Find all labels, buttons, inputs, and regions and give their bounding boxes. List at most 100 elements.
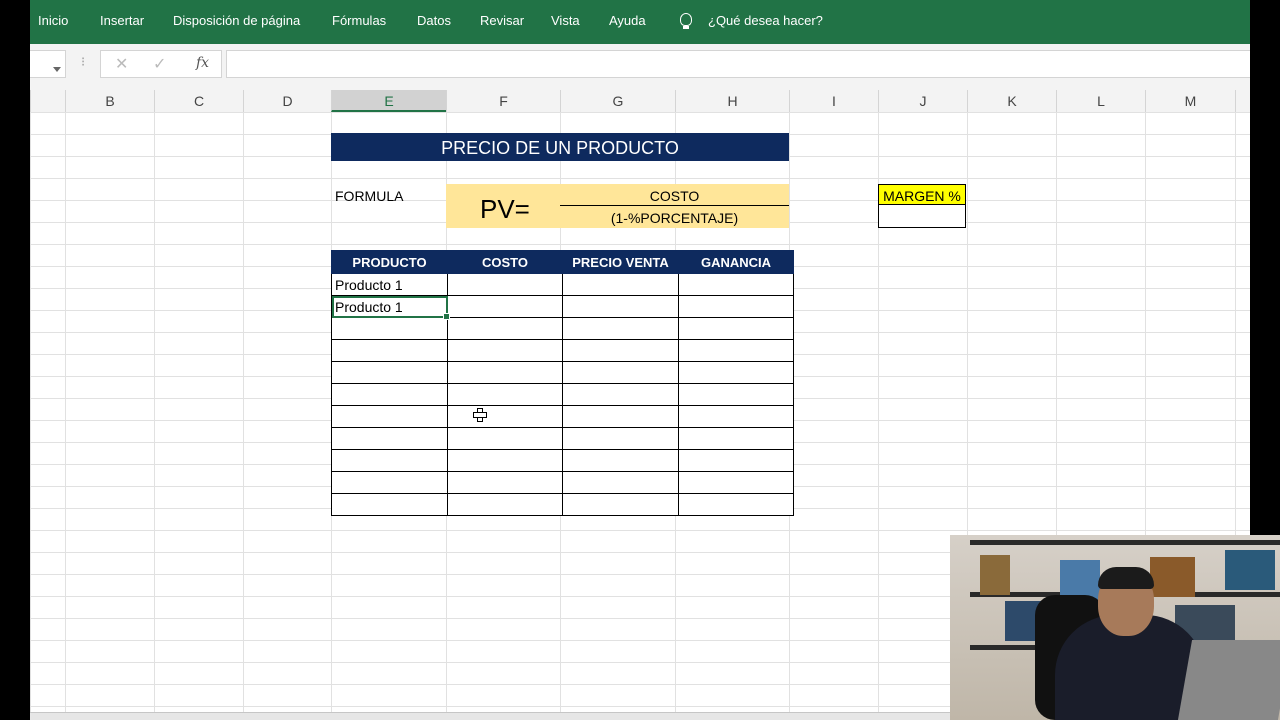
tab-formulas[interactable]: Fórmulas (332, 13, 386, 28)
fraction-line (560, 205, 789, 206)
column-header-b[interactable]: B (65, 90, 154, 112)
table-cell[interactable] (562, 427, 679, 450)
table-cell[interactable] (562, 273, 679, 296)
column-header-f[interactable]: F (446, 90, 560, 112)
column-header-k[interactable]: K (967, 90, 1056, 112)
tab-ayuda[interactable]: Ayuda (609, 13, 646, 28)
sheet-title[interactable]: PRECIO DE UN PRODUCTO (331, 133, 789, 161)
table-cell[interactable] (562, 383, 679, 406)
name-box[interactable] (30, 50, 66, 78)
insert-function-icon[interactable]: fx (196, 55, 209, 71)
table-cell[interactable] (678, 427, 794, 450)
table-cell[interactable] (562, 405, 679, 428)
table-cell[interactable] (562, 449, 679, 472)
resize-handle-icon[interactable]: ⁝ (81, 54, 85, 70)
table-cell[interactable] (331, 471, 448, 494)
header-precio-venta[interactable]: PRECIO VENTA (562, 250, 679, 274)
table-cell[interactable] (562, 493, 679, 516)
table-cell[interactable] (447, 471, 563, 494)
table-cell[interactable] (331, 493, 448, 516)
formula-input[interactable] (226, 50, 1250, 78)
lightbulb-icon[interactable] (680, 13, 692, 29)
column-header-e[interactable]: E (331, 90, 446, 112)
table-cell[interactable] (331, 405, 448, 428)
table-cell[interactable] (562, 317, 679, 340)
table-row (331, 427, 794, 450)
active-cell[interactable]: Producto 1 (331, 295, 450, 320)
tell-me-search[interactable]: ¿Qué desea hacer? (708, 13, 823, 28)
table-cell[interactable] (447, 449, 563, 472)
gridline (154, 112, 155, 712)
tab-insertar[interactable]: Insertar (100, 13, 144, 28)
table-cell[interactable] (447, 427, 563, 450)
table-cell[interactable] (678, 273, 794, 296)
table-cell[interactable] (678, 493, 794, 516)
table-cell[interactable] (331, 427, 448, 450)
enter-icon[interactable]: ✓ (153, 54, 166, 74)
table-row (331, 405, 794, 428)
table-row (331, 317, 794, 340)
cancel-icon[interactable]: ✕ (115, 54, 128, 74)
table-cell[interactable] (331, 383, 448, 406)
table-cell[interactable] (678, 295, 794, 318)
tab-disposicion[interactable]: Disposición de página (173, 13, 300, 28)
table-row (331, 361, 794, 384)
column-header-l[interactable]: L (1056, 90, 1145, 112)
elephant-figure (1150, 557, 1195, 597)
table-cell[interactable] (678, 339, 794, 362)
table-cell[interactable] (562, 295, 679, 318)
table-cell[interactable] (678, 471, 794, 494)
formula-label[interactable]: FORMULA (335, 188, 403, 204)
table-cell[interactable] (447, 273, 563, 296)
tab-datos[interactable]: Datos (417, 13, 451, 28)
table-cell[interactable] (447, 339, 563, 362)
margin-input[interactable] (878, 205, 966, 228)
fill-handle[interactable] (443, 313, 450, 320)
shelf (970, 540, 1280, 545)
table-cell[interactable] (678, 405, 794, 428)
table-cell[interactable] (678, 383, 794, 406)
table-cell[interactable] (447, 361, 563, 384)
select-all-corner[interactable] (30, 90, 65, 112)
table-cell[interactable] (447, 317, 563, 340)
table-cell[interactable]: Producto 1 (331, 273, 448, 296)
table-cell[interactable] (447, 493, 563, 516)
table-cell[interactable] (678, 449, 794, 472)
column-header-d[interactable]: D (243, 90, 331, 112)
table-cell[interactable] (562, 471, 679, 494)
table-cell[interactable] (562, 361, 679, 384)
laptop (1177, 640, 1280, 720)
column-header-j[interactable]: J (878, 90, 967, 112)
column-header-g[interactable]: G (560, 90, 675, 112)
margin-label[interactable]: MARGEN % (878, 184, 966, 205)
table-cell[interactable] (562, 339, 679, 362)
column-header-c[interactable]: C (154, 90, 243, 112)
header-costo[interactable]: COSTO (447, 250, 563, 274)
table-cell[interactable] (331, 339, 448, 362)
header-ganancia[interactable]: GANANCIA (678, 250, 794, 274)
table-cell[interactable] (678, 361, 794, 384)
table-row (331, 339, 794, 362)
table-row (331, 449, 794, 472)
ribbon-tabs: Inicio Insertar Disposición de página Fó… (30, 0, 1250, 44)
column-header-i[interactable]: I (789, 90, 878, 112)
table-cell[interactable] (331, 361, 448, 384)
picture-frame (1060, 560, 1100, 600)
column-header-m[interactable]: M (1145, 90, 1235, 112)
chevron-down-icon[interactable] (53, 67, 61, 72)
table-cell[interactable] (331, 449, 448, 472)
column-header-h[interactable]: H (675, 90, 789, 112)
table-cell[interactable] (447, 405, 563, 428)
header-producto[interactable]: PRODUCTO (331, 250, 448, 274)
tab-vista[interactable]: Vista (551, 13, 580, 28)
tab-inicio[interactable]: Inicio (38, 13, 68, 28)
table-cell[interactable] (447, 295, 563, 318)
column-header-n[interactable] (1235, 90, 1250, 112)
table-cell[interactable] (331, 317, 448, 340)
presenter-hair (1098, 567, 1154, 589)
tab-revisar[interactable]: Revisar (480, 13, 524, 28)
books (1225, 550, 1275, 590)
table-cell[interactable] (447, 383, 563, 406)
table-cell[interactable] (678, 317, 794, 340)
gridline (65, 112, 66, 712)
